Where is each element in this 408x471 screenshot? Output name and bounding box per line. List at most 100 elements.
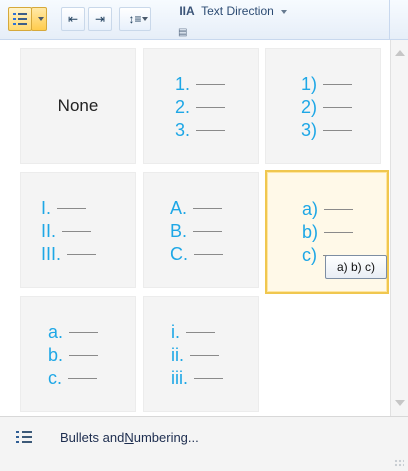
decrease-indent-icon: ⇤ — [67, 12, 79, 26]
dash-icon — [62, 230, 92, 232]
list-marker: 3. — [175, 120, 191, 140]
list-marker: A. — [170, 198, 188, 218]
scroll-down-icon[interactable] — [395, 400, 405, 406]
text-direction-label: Text Direction — [201, 4, 274, 18]
numbering-tile-roman-upper[interactable]: I. II. III. — [20, 172, 136, 288]
list-item: I. — [41, 197, 87, 219]
list-marker: 1. — [175, 74, 191, 94]
chevron-down-icon — [38, 17, 44, 21]
list-item: 2) — [301, 96, 353, 118]
list-item: iii. — [171, 367, 223, 389]
list-marker: ii. — [171, 345, 184, 365]
dash-icon — [323, 106, 353, 108]
list-item: c. — [48, 367, 98, 389]
gallery-footer: Bullets and Numbering... — [0, 416, 408, 471]
list-item: b) — [302, 221, 354, 243]
list-marker: 1) — [301, 74, 318, 94]
bullets-and-numbering-command[interactable]: Bullets and Numbering... — [0, 425, 408, 449]
increase-indent-icon: ⇥ — [94, 12, 106, 26]
chevron-down-icon — [281, 9, 288, 14]
text-direction-icon: IIA — [179, 4, 195, 18]
numbering-gallery-window: ⇤ ⇥ ↕≡ IIA Text Direction ▤ None 1. 2. 3… — [0, 0, 408, 471]
numbering-tile-roman-lower[interactable]: i. ii. iii. — [143, 296, 259, 412]
numbering-tile-arabic-paren[interactable]: 1) 2) 3) — [265, 48, 381, 164]
ribbon-toolbar-strip: ⇤ ⇥ ↕≡ IIA Text Direction ▤ — [0, 0, 408, 40]
dash-icon — [67, 253, 97, 255]
list-item: 1. — [175, 73, 226, 95]
chevron-down-icon — [142, 17, 148, 21]
bullets-mnemonic-letter: N — [124, 429, 134, 445]
gallery-scrollbar[interactable] — [390, 40, 408, 416]
text-direction-button[interactable]: IIA Text Direction — [178, 4, 288, 18]
list-marker: C. — [170, 244, 188, 264]
list-marker: III. — [41, 244, 62, 264]
dash-icon — [324, 231, 354, 233]
list-item: 1) — [301, 73, 353, 95]
numbering-tile-alpha-upper[interactable]: A. B. C. — [143, 172, 259, 288]
list-marker: B. — [170, 221, 188, 241]
numbering-dropdown-button[interactable] — [31, 7, 47, 31]
scroll-up-icon[interactable] — [395, 50, 405, 56]
numbering-tile-alpha-lower-period[interactable]: a. b. c. — [20, 296, 136, 412]
dash-icon — [69, 354, 99, 356]
dash-icon — [69, 331, 99, 333]
list-marker: i. — [171, 322, 180, 342]
list-marker: iii. — [171, 368, 188, 388]
list-item: a) — [302, 198, 354, 220]
list-item: 3. — [175, 119, 226, 141]
list-marker: 2) — [301, 97, 318, 117]
dash-icon — [196, 129, 226, 131]
list-item: ii. — [171, 344, 219, 366]
bullets-suffix-label: umbering... — [133, 429, 199, 445]
list-item: 2. — [175, 96, 226, 118]
dash-icon — [324, 208, 354, 210]
list-item: b. — [48, 344, 99, 366]
list-marker: b) — [302, 222, 319, 242]
tooltip: a) b) c) — [325, 255, 387, 279]
list-marker: a) — [302, 199, 319, 219]
list-marker: 3) — [301, 120, 318, 140]
ribbon-right-edge — [389, 0, 408, 39]
dash-icon — [186, 331, 215, 333]
dash-icon — [193, 207, 223, 209]
decrease-indent-button[interactable]: ⇤ — [61, 7, 85, 31]
line-spacing-button[interactable]: ↕≡ — [119, 7, 151, 31]
list-item: a. — [48, 321, 99, 343]
none-label: None — [57, 96, 99, 115]
list-item: II. — [41, 220, 92, 242]
list-marker: I. — [41, 198, 52, 218]
list-item: C. — [170, 243, 223, 265]
list-marker: c. — [48, 368, 63, 388]
list-item: III. — [41, 243, 97, 265]
dash-icon — [196, 83, 226, 85]
list-item: 3) — [301, 119, 353, 141]
resize-grip-icon[interactable] — [394, 459, 404, 467]
dash-icon — [57, 207, 87, 209]
numbering-tile-arabic-period[interactable]: 1. 2. 3. — [143, 48, 259, 164]
none-tile[interactable]: None — [20, 48, 136, 164]
dash-icon — [196, 106, 226, 108]
list-marker: b. — [48, 345, 64, 365]
line-spacing-icon: ↕≡ — [128, 12, 142, 26]
dash-icon — [193, 230, 223, 232]
list-item: i. — [171, 321, 215, 343]
increase-indent-button[interactable]: ⇥ — [88, 7, 112, 31]
numbered-list-icon — [13, 13, 27, 25]
dash-icon — [323, 129, 353, 131]
list-marker: 2. — [175, 97, 191, 117]
numbering-button[interactable] — [8, 7, 32, 31]
list-marker: a. — [48, 322, 64, 342]
dash-icon — [68, 377, 98, 379]
list-item: B. — [170, 220, 223, 242]
dash-icon — [323, 83, 353, 85]
list-marker: c) — [302, 245, 317, 265]
dash-icon — [194, 253, 223, 255]
bullet-list-icon — [16, 430, 34, 444]
bullets-prefix-label: Bullets and — [60, 429, 125, 445]
numbering-library-gallery: None 1. 2. 3. 1) 2) 3) I. II. III. A. B.… — [0, 40, 390, 416]
dash-icon — [190, 354, 219, 356]
list-marker: II. — [41, 221, 57, 241]
align-text-icon: ▤ — [178, 27, 188, 38]
list-item: A. — [170, 197, 223, 219]
dash-icon — [194, 377, 223, 379]
